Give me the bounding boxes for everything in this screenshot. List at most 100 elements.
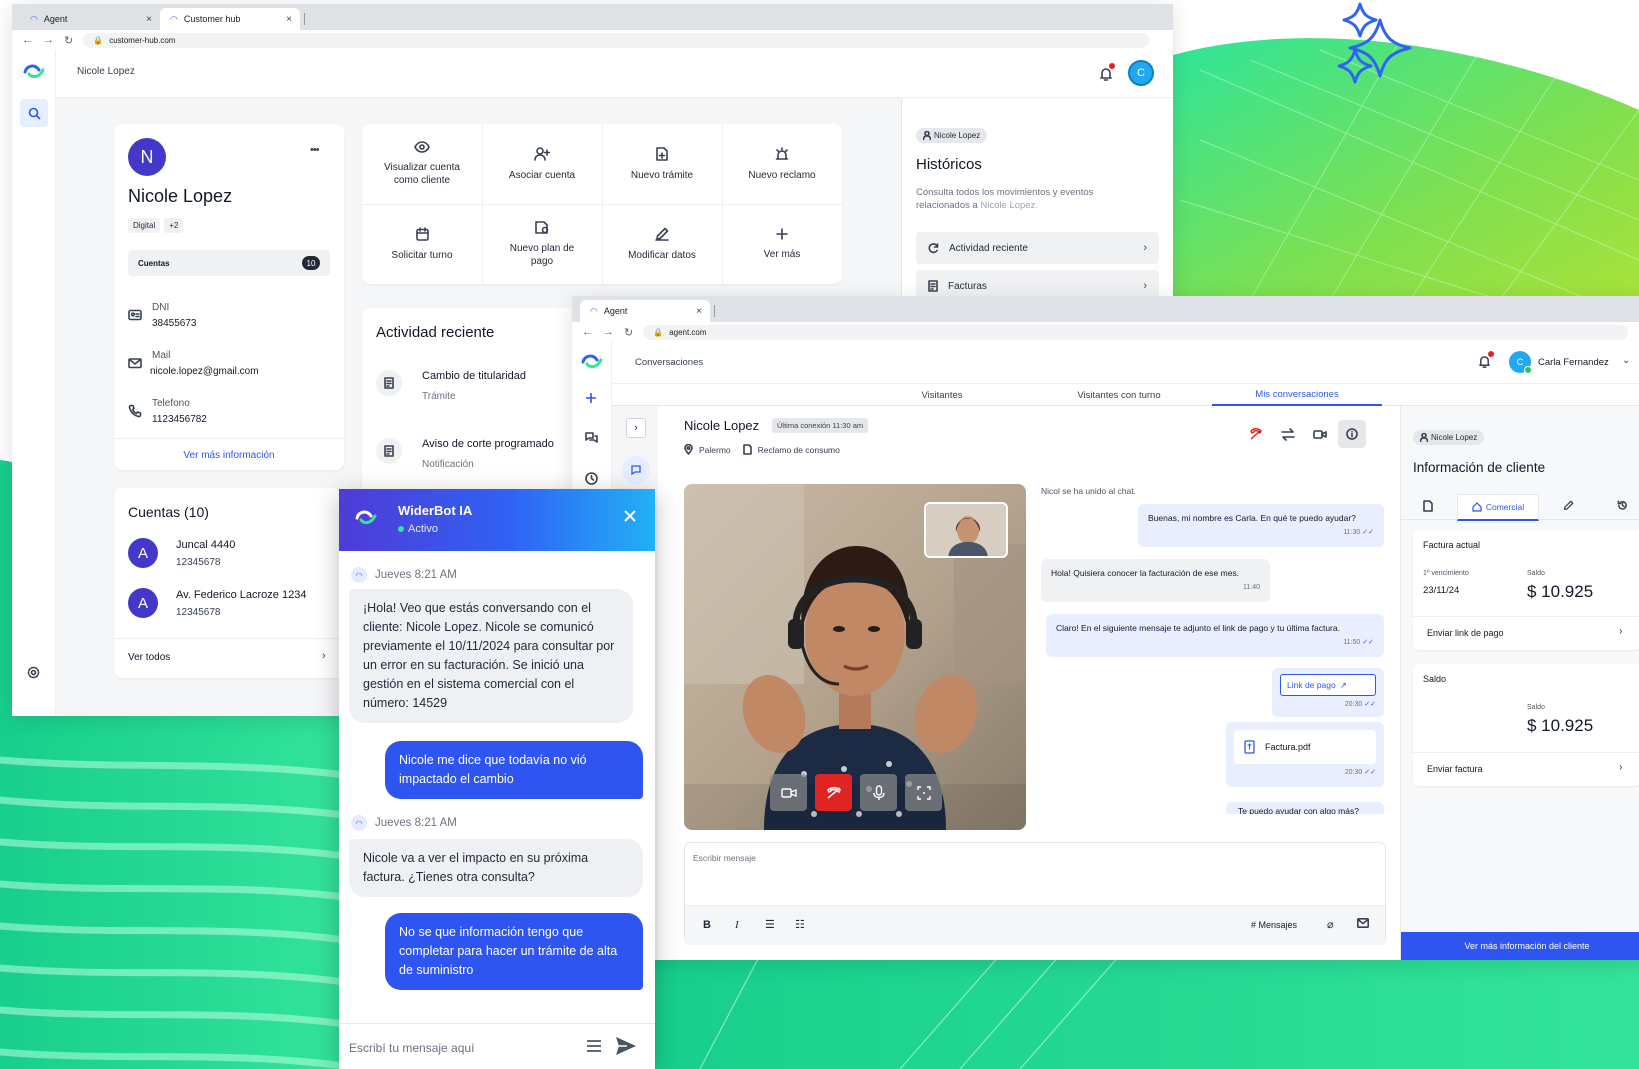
chevron-right-icon[interactable]: › [1619, 626, 1622, 637]
reload-icon[interactable]: ↻ [624, 326, 633, 339]
tab-comercial[interactable]: Comercial [1457, 494, 1539, 521]
browser-tab-agent[interactable]: ◠ Agent × [580, 300, 710, 322]
actions-grid: Visualizar cuenta como cliente Asociar c… [362, 124, 842, 284]
new-conversation-plus-icon[interactable] [585, 392, 597, 404]
info-icon[interactable] [1338, 420, 1366, 448]
tab-visitantes-con-turno[interactable]: Visitantes con turno [1024, 384, 1214, 406]
refresh-icon [928, 242, 939, 253]
more-info-link[interactable]: Ver más información [114, 450, 344, 461]
cuentas-row[interactable]: Cuentas 10 [128, 250, 330, 276]
close-icon[interactable]: × [696, 306, 702, 317]
action-view-as-client[interactable]: Visualizar cuenta como cliente [362, 124, 482, 204]
attachment-icon[interactable]: ⌀ [1327, 918, 1334, 931]
self-video-thumbnail[interactable] [924, 502, 1008, 558]
send-payment-link-button[interactable]: Enviar link de pago [1427, 628, 1504, 638]
brand-logo-icon[interactable] [23, 62, 45, 80]
activity-item-title[interactable]: Cambio de titularidad [422, 370, 526, 382]
close-icon[interactable] [623, 509, 637, 523]
forward-icon[interactable]: → [43, 34, 54, 46]
reload-icon[interactable]: ↻ [64, 34, 73, 47]
see-all-accounts-link[interactable]: Ver todos [128, 652, 170, 663]
message-time: 20:30 ✓✓ [1234, 767, 1376, 779]
chat-bubbles-icon[interactable] [585, 432, 598, 445]
chat-icon[interactable] [622, 456, 650, 484]
end-call-icon[interactable] [1249, 428, 1263, 441]
field-label: DNI [152, 302, 170, 313]
call-controls [770, 774, 942, 811]
camera-toggle-icon[interactable] [770, 774, 807, 811]
desc-text: relacionados a [916, 200, 978, 211]
agent-name[interactable]: Carla Fernandez [1538, 357, 1609, 368]
bold-icon[interactable]: B [703, 919, 711, 931]
tab-visitantes[interactable]: Visitantes [882, 384, 1002, 406]
brand-logo-icon: ◠ [30, 13, 38, 24]
fullscreen-icon[interactable] [905, 774, 942, 811]
bot-logo-icon [355, 508, 377, 526]
document-icon [742, 444, 752, 455]
tab-edit-icon[interactable] [1563, 500, 1574, 511]
browser-tab-customer-hub[interactable]: ◠ Customer hub × [160, 8, 300, 30]
search-icon[interactable] [20, 99, 48, 127]
hang-up-icon[interactable] [815, 774, 852, 811]
brand-logo-icon[interactable] [581, 352, 603, 370]
bot-message-input[interactable]: Escribí tu mensaje aquí [349, 1041, 474, 1055]
tab-mis-conversaciones[interactable]: Mis conversaciones [1212, 384, 1382, 406]
email-icon[interactable] [1357, 918, 1369, 928]
action-new-claim[interactable]: Nuevo reclamo [722, 124, 842, 204]
action-modify-data[interactable]: Modificar datos [602, 204, 722, 284]
browser-tab-agent[interactable]: ◠ Agent × [20, 8, 160, 30]
forward-icon[interactable]: → [603, 326, 614, 338]
chevron-down-icon[interactable]: ⌄ [1622, 355, 1630, 366]
transfer-icon[interactable] [1281, 428, 1295, 441]
pdf-file-icon [1244, 740, 1255, 754]
historicos-activity-button[interactable]: Actividad reciente › [916, 232, 1159, 264]
chevron-right-icon[interactable]: › [322, 650, 326, 662]
back-icon[interactable]: ← [582, 326, 593, 338]
back-icon[interactable]: ← [22, 34, 33, 46]
clock-icon[interactable] [585, 472, 598, 485]
video-call-icon[interactable] [1313, 428, 1327, 441]
tab-history-icon[interactable] [1617, 500, 1628, 511]
action-associate-account[interactable]: Asociar cuenta [482, 124, 602, 204]
payment-link-button[interactable]: Link de pago ↗ [1280, 674, 1376, 696]
expand-chevron-icon[interactable]: › [626, 418, 646, 438]
menu-icon[interactable] [586, 1039, 602, 1053]
account-item[interactable]: A Juncal 4440 12345678 [128, 538, 235, 568]
user-avatar[interactable]: C [1128, 60, 1154, 86]
action-request-appointment[interactable]: Solicitar turno [362, 204, 482, 284]
send-invoice-button[interactable]: Enviar factura [1427, 764, 1483, 774]
bullet-list-icon[interactable]: ☰ [765, 918, 775, 931]
mensajes-templates-button[interactable]: # Mensajes [1251, 920, 1297, 930]
lock-icon: 🔒 [653, 327, 664, 337]
numbered-list-icon[interactable]: ☷ [795, 918, 805, 931]
microphone-icon[interactable] [860, 774, 897, 811]
see-more-client-info-button[interactable]: Ver más información del cliente [1401, 932, 1639, 960]
chevron-right-icon[interactable]: › [1619, 762, 1622, 773]
phone-field: Telefono 1123456782 [128, 398, 207, 425]
settings-gear-icon[interactable] [27, 666, 40, 679]
url-input[interactable]: 🔒 agent.com [643, 324, 1628, 340]
more-options-icon[interactable]: ••• [310, 144, 320, 156]
action-see-more[interactable]: Ver más [722, 204, 842, 284]
bell-icon[interactable] [1478, 351, 1494, 369]
message-timestamp: ◠ Jueves 8:21 AM [351, 567, 457, 583]
action-new-procedure[interactable]: Nuevo trámite [602, 124, 722, 204]
send-icon[interactable] [615, 1035, 637, 1057]
url-input[interactable]: 🔒 customer-hub.com [83, 32, 1149, 48]
action-label: Nuevo reclamo [748, 169, 816, 181]
bell-icon[interactable] [1099, 63, 1115, 82]
external-link-icon: ↗ [1339, 680, 1347, 690]
activity-item-title[interactable]: Aviso de corte programado [422, 438, 554, 450]
edit-icon [655, 227, 669, 241]
action-new-payment-plan[interactable]: Nuevo plan de pago [482, 204, 602, 284]
italic-icon[interactable]: I [735, 919, 739, 931]
message-input[interactable]: Escribir mensaje [693, 853, 756, 863]
chat-message-agent-file: Factura.pdf 20:30 ✓✓ [1226, 722, 1384, 787]
close-icon[interactable]: × [146, 14, 152, 25]
file-attachment[interactable]: Factura.pdf [1234, 730, 1376, 764]
account-item[interactable]: A Av. Federico Lacroze 1234 12345678 [128, 588, 306, 618]
tab-document-icon[interactable] [1423, 500, 1433, 512]
tab-label: Customer hub [183, 14, 241, 24]
close-icon[interactable]: × [286, 14, 292, 25]
chevron-right-icon: › [1143, 280, 1147, 292]
